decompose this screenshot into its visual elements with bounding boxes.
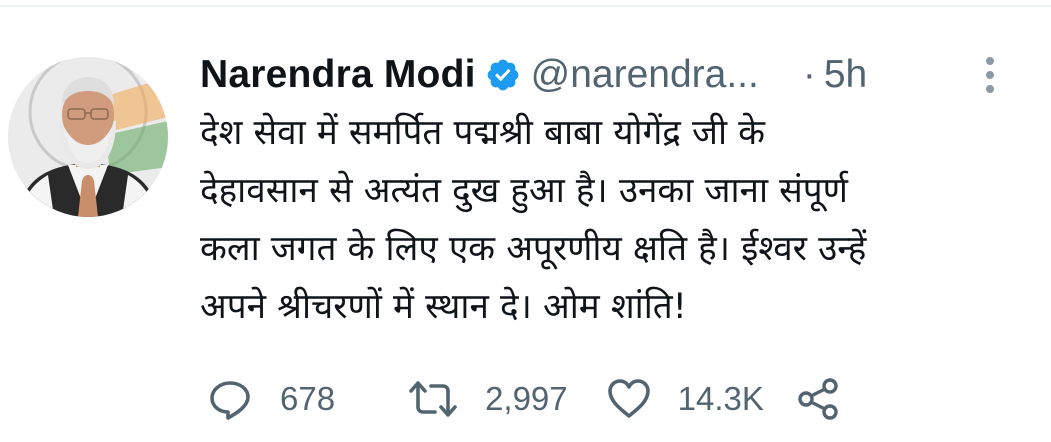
share-icon [796, 377, 840, 421]
author-handle[interactable]: @narendra... [531, 53, 759, 97]
tweet-text-line: कला जगत के लिए एक अपूरणीय क्षति है। ईश्व… [200, 229, 867, 269]
reply-count: 678 [280, 380, 336, 417]
author-name[interactable]: Narendra Modi [200, 53, 476, 97]
retweet-button[interactable]: 2,997 [407, 377, 568, 421]
tweet-text-line: अपने श्रीचरणों में स्थान दे। ओम शांति! [200, 287, 687, 327]
like-count: 14.3K [677, 380, 764, 417]
separator-dot: · [802, 53, 816, 96]
retweet-count: 2,997 [485, 380, 568, 417]
verified-badge-icon [485, 57, 521, 93]
tweet-timestamp[interactable]: 5h [824, 53, 867, 97]
reply-button[interactable]: 678 [208, 377, 335, 421]
tweet-text: देश सेवा में समर्पित पद्मश्री बाबा योगें… [200, 104, 1040, 336]
divider [0, 5, 1051, 7]
action-bar: 678 2,997 14.3K [208, 372, 840, 426]
tweet-text-line: देश सेवा में समर्पित पद्मश्री बाबा योगें… [200, 113, 766, 153]
reply-icon [208, 377, 252, 421]
more-vertical-icon[interactable] [980, 54, 1000, 96]
share-button[interactable] [796, 377, 840, 421]
tweet-text-line: देहावसान से अत्यंत दुख हुआ है। उनका जाना… [200, 171, 848, 211]
avatar[interactable] [8, 57, 168, 217]
tweet-header: Narendra Modi @narendra... · 5h [200, 50, 1030, 100]
like-button[interactable]: 14.3K [606, 377, 764, 421]
tweet-card[interactable]: Narendra Modi @narendra... · 5h देश सेवा… [0, 0, 1051, 442]
heart-icon [606, 377, 652, 421]
retweet-icon [407, 377, 459, 421]
